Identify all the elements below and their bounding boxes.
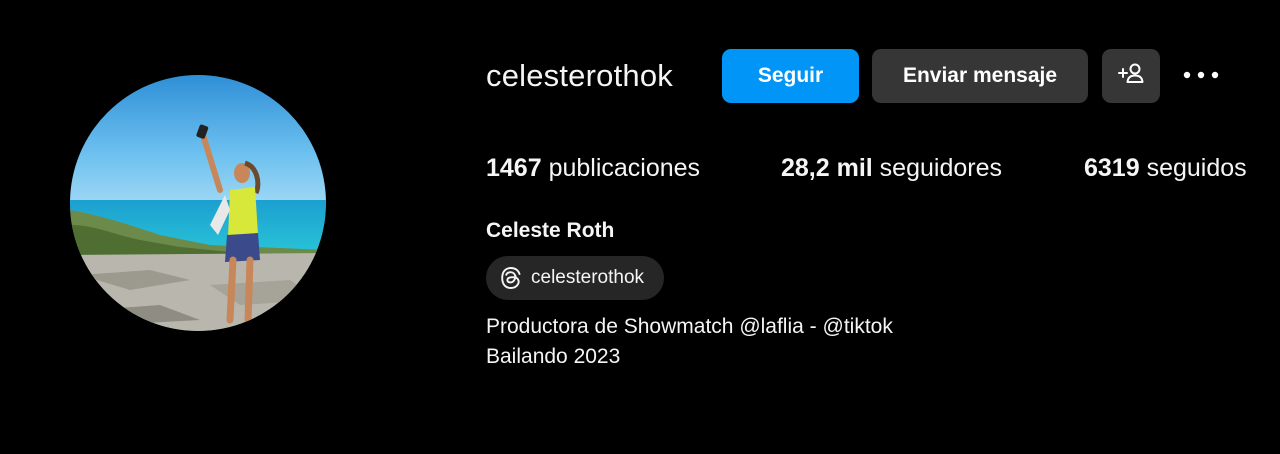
- add-person-icon: [1117, 61, 1145, 91]
- threads-icon: [499, 266, 523, 290]
- posts-count-label: publicaciones: [541, 154, 701, 182]
- bio-line-2: Bailando 2023: [486, 345, 621, 368]
- following-count-value: 6319: [1084, 154, 1140, 182]
- following-link[interactable]: 6319 seguidos: [1084, 150, 1247, 186]
- followers-count-label: seguidores: [872, 154, 1002, 182]
- more-options-button[interactable]: [1176, 60, 1226, 92]
- threads-handle: celesterothok: [531, 267, 645, 288]
- follow-button[interactable]: Seguir: [722, 49, 859, 103]
- profile-header: celesterothok Seguir Enviar mensaje 1467…: [0, 0, 1280, 454]
- mention-tiktok-link[interactable]: @tiktok: [823, 315, 893, 338]
- followers-count-value: 28,2 mil: [781, 154, 873, 182]
- bio-separator: -: [803, 315, 823, 338]
- posts-count-value: 1467: [486, 154, 542, 182]
- threads-link[interactable]: celesterothok: [486, 256, 664, 300]
- following-count-label: seguidos: [1139, 154, 1247, 182]
- mention-laflia-link[interactable]: @laflia: [739, 315, 804, 338]
- bio-line-1: Productora de Showmatch @laflia - @tikto…: [486, 312, 893, 342]
- suggested-accounts-button[interactable]: [1102, 49, 1160, 103]
- bio-text: Productora de Showmatch: [486, 315, 740, 338]
- followers-link[interactable]: 28,2 mil seguidores: [781, 150, 1002, 186]
- avatar[interactable]: [70, 75, 326, 331]
- full-name: Celeste Roth: [486, 219, 615, 242]
- posts-count: 1467 publicaciones: [486, 150, 700, 186]
- username: celesterothok: [486, 58, 673, 93]
- more-options-icon: [1181, 67, 1221, 85]
- bio: Productora de Showmatch @laflia - @tikto…: [486, 312, 893, 372]
- send-message-button[interactable]: Enviar mensaje: [872, 49, 1088, 103]
- profile-photo: [70, 75, 326, 331]
